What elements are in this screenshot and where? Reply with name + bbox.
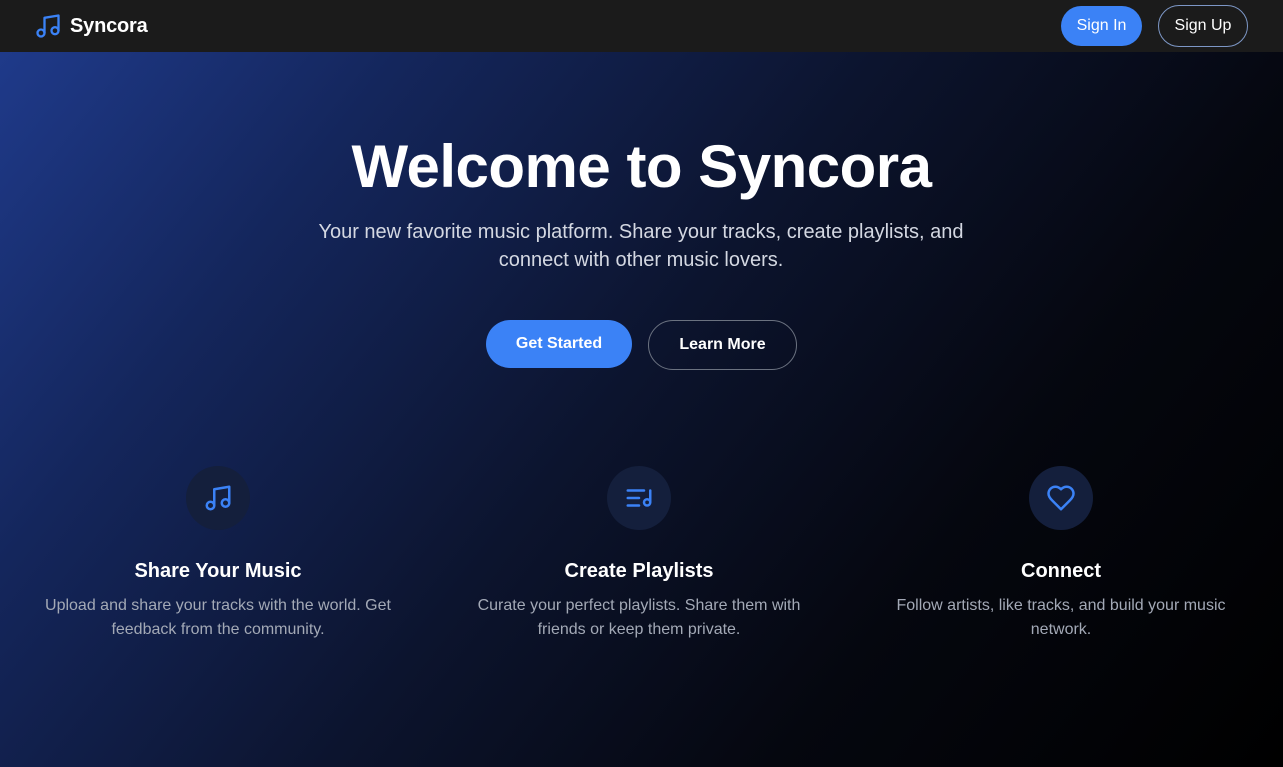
top-navbar: Syncora Sign In Sign Up [0, 0, 1283, 52]
heart-icon [1046, 483, 1076, 513]
nav-actions: Sign In Sign Up [1061, 5, 1248, 47]
feature-card-share-music: Share Your Music Upload and share your t… [18, 466, 418, 642]
brand-name: Syncora [70, 14, 148, 37]
learn-more-button[interactable]: Learn More [648, 320, 797, 370]
feature-card-create-playlists: Create Playlists Curate your perfect pla… [439, 466, 839, 642]
feature-title: Create Playlists [564, 560, 714, 582]
get-started-button[interactable]: Get Started [486, 320, 632, 368]
feature-description: Curate your perfect playlists. Share the… [477, 597, 801, 638]
feature-title: Share Your Music [134, 560, 302, 582]
feature-card-connect: Connect Follow artists, like tracks, and… [861, 466, 1261, 642]
hero-title: Welcome to Syncora [351, 133, 932, 200]
feature-icon-circle [186, 466, 250, 530]
hero-subtitle: Your new favorite music platform. Share … [318, 221, 964, 271]
feature-description: Upload and share your tracks with the wo… [45, 597, 391, 638]
feature-title: Connect [1021, 560, 1101, 582]
feature-description: Follow artists, like tracks, and build y… [896, 597, 1226, 638]
music-note-icon [34, 12, 62, 40]
hero-section: Welcome to Syncora Your new favorite mus… [0, 52, 1283, 767]
sign-up-button[interactable]: Sign Up [1158, 5, 1248, 47]
playlist-icon [624, 483, 654, 513]
feature-icon-circle [607, 466, 671, 530]
sign-in-button[interactable]: Sign In [1061, 6, 1142, 46]
cta-buttons: Get Started Learn More [0, 320, 1283, 370]
music-note-icon [203, 483, 233, 513]
feature-icon-circle [1029, 466, 1093, 530]
brand-logo[interactable]: Syncora [34, 12, 148, 40]
features-section: Share Your Music Upload and share your t… [0, 466, 1283, 666]
